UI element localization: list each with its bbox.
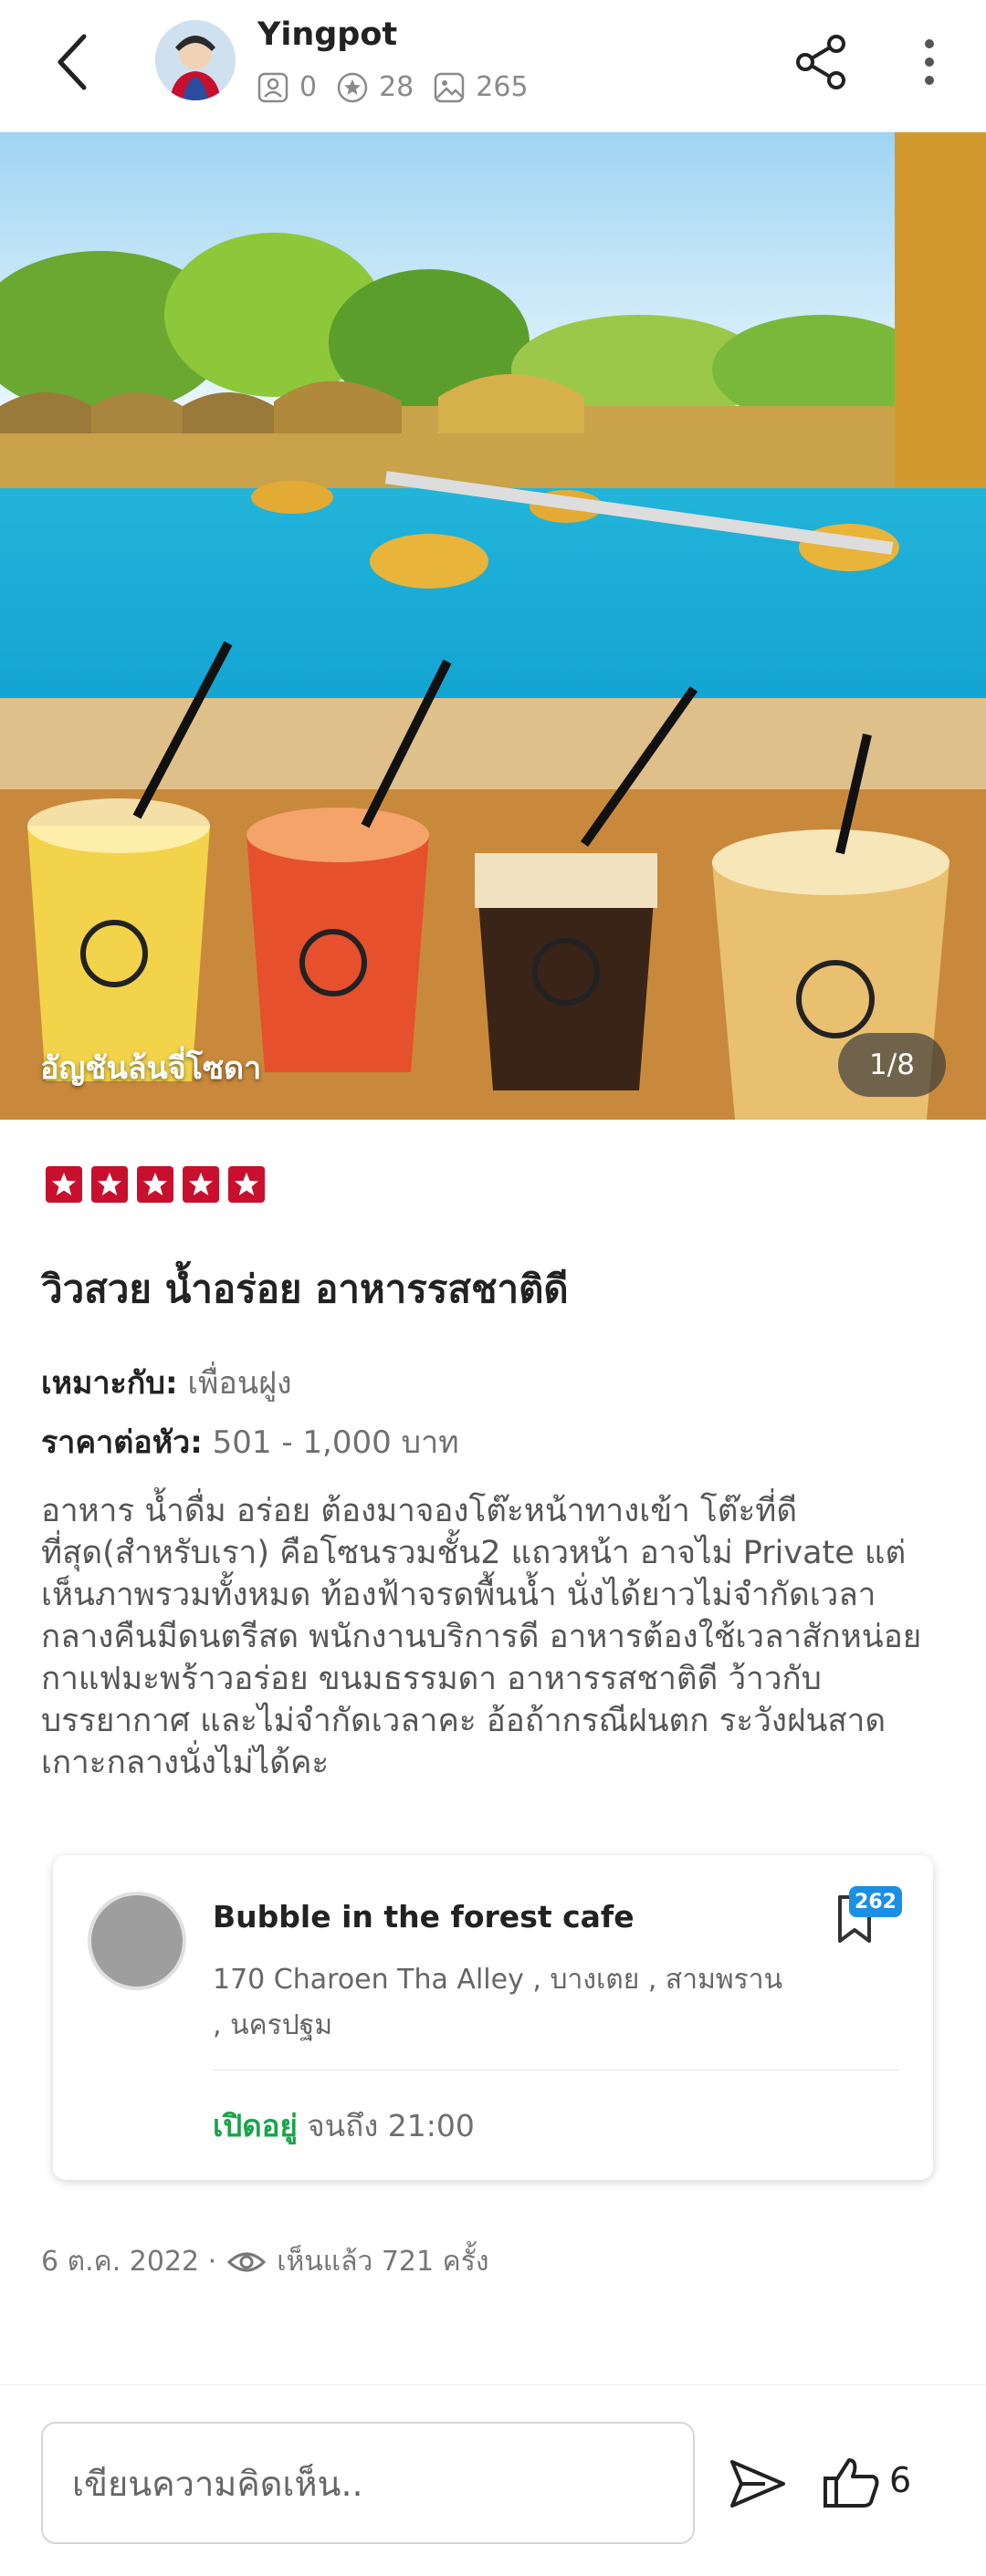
- price-row: ราคาต่อหัว: 501 - 1,000 บาท: [41, 1417, 459, 1466]
- back-arrow-icon[interactable]: [46, 27, 100, 97]
- shop-name[interactable]: Bubble in the forest cafe: [213, 1899, 635, 1935]
- suitable-row: เหมาะกับ: เพื่อนฝูง: [41, 1358, 292, 1407]
- reviews-count: 28: [379, 71, 414, 103]
- photo-counter: 1/8: [838, 1033, 946, 1097]
- user-icon: [257, 72, 288, 102]
- view-count: เห็นแล้ว 721 ครั้ง: [277, 2246, 489, 2278]
- comment-input[interactable]: เขียนความคิดเห็น..: [41, 2422, 695, 2544]
- username[interactable]: Yingpot: [257, 16, 397, 53]
- photo-caption: อัญชันล้นจี่โซดา: [40, 1050, 262, 1087]
- suitable-label: เหมาะกับ:: [41, 1365, 178, 1402]
- star-icon: [91, 1166, 128, 1203]
- review-description: อาหาร น้ำดื่ม อร่อย ต้องมาจองโต๊ะหน้าทาง…: [41, 1493, 922, 1781]
- user-avatar[interactable]: [155, 20, 236, 100]
- rating-stars: [46, 1166, 265, 1203]
- shop-address: 170 Charoen Tha Alley , บางเตย , สามพราน…: [213, 1964, 783, 2041]
- open-until: จนถึง 21:00: [307, 2108, 475, 2143]
- eye-icon: [227, 2252, 267, 2271]
- price-value: 501 - 1,000 บาท: [212, 1424, 459, 1461]
- user-stats: 0 28 265: [257, 71, 549, 103]
- open-hours: เปิดอยู่ จนถึง 21:00: [213, 2101, 475, 2150]
- shop-card[interactable]: Bubble in the forest cafe 170 Charoen Th…: [53, 1855, 933, 2180]
- price-label: ราคาต่อหัว:: [41, 1424, 203, 1461]
- shop-logo: [88, 1892, 186, 1990]
- open-status: เปิดอยู่: [213, 2108, 298, 2143]
- suitable-value: เพื่อนฝูง: [187, 1365, 292, 1402]
- review-meta: 6 ต.ค. 2022 · เห็นแล้ว 721 ครั้ง: [41, 2240, 488, 2283]
- reviews-stat: 28: [337, 71, 414, 103]
- more-options-icon[interactable]: [913, 33, 946, 91]
- star-icon: [46, 1166, 82, 1203]
- review-photo[interactable]: [0, 132, 986, 1120]
- photos-stat: 265: [434, 71, 529, 103]
- comment-bar: เขียนความคิดเห็น.. 6: [0, 2384, 986, 2576]
- top-bar: Yingpot 0 28 265: [0, 0, 986, 132]
- image-icon: [435, 72, 465, 102]
- followers-count: 0: [299, 71, 318, 103]
- star-circle-icon: [337, 72, 368, 102]
- bookmark-count-badge: 262: [849, 1886, 902, 1917]
- review-date: 6 ต.ค. 2022 ·: [41, 2246, 217, 2278]
- thumbs-up-icon[interactable]: [822, 2455, 882, 2511]
- star-icon: [228, 1166, 265, 1203]
- share-icon[interactable]: [792, 33, 851, 91]
- review-title: วิวสวย น้ำอร่อย อาหารรสชาติดี: [41, 1267, 569, 1311]
- like-count: 6: [889, 2460, 912, 2500]
- star-icon: [137, 1166, 173, 1203]
- star-icon: [183, 1166, 219, 1203]
- send-icon[interactable]: [729, 2456, 787, 2511]
- photos-count: 265: [476, 71, 529, 103]
- followers-stat: 0: [257, 71, 317, 103]
